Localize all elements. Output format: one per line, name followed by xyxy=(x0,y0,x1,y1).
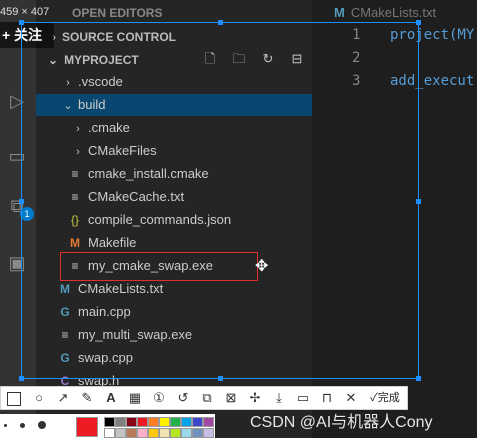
download-icon[interactable]: ⤓ xyxy=(271,390,287,406)
text-tool-icon[interactable]: A xyxy=(103,390,119,406)
current-color-swatch[interactable] xyxy=(76,417,98,437)
save-icon[interactable]: ▭ xyxy=(295,390,311,406)
color-swatch[interactable] xyxy=(137,428,148,438)
color-swatch[interactable] xyxy=(170,428,181,438)
pin-icon[interactable]: ✢ xyxy=(247,390,263,406)
size-small-icon[interactable] xyxy=(4,424,7,427)
color-swatch[interactable] xyxy=(115,428,126,438)
translate-icon[interactable]: ⊠ xyxy=(223,390,239,406)
color-swatch[interactable] xyxy=(104,428,115,438)
color-swatch[interactable] xyxy=(181,428,192,438)
screenshot-toolbar: ○ ↗ ✎ A ▦ ① ↺ ⧉ ⊠ ✢ ⤓ ▭ ⊓ ✕ ✓完成 xyxy=(0,386,408,410)
bookmark-icon[interactable]: ⊓ xyxy=(319,390,335,406)
size-medium-icon[interactable] xyxy=(20,423,25,428)
resize-handle[interactable] xyxy=(416,20,421,25)
rectangle-tool-icon[interactable] xyxy=(7,392,21,406)
color-swatch[interactable] xyxy=(192,417,203,427)
close-icon[interactable]: ✕ xyxy=(343,390,359,406)
pen-tool-icon[interactable]: ✎ xyxy=(79,390,95,406)
color-swatch[interactable] xyxy=(203,428,214,438)
resize-handle[interactable] xyxy=(218,20,223,25)
watermark-text: CSDN @AI与机器人Cony xyxy=(250,414,433,431)
mosaic-tool-icon[interactable]: ▦ xyxy=(127,390,143,406)
color-swatch[interactable] xyxy=(192,428,203,438)
color-swatch[interactable] xyxy=(126,428,137,438)
color-palette xyxy=(0,414,215,438)
color-swatch[interactable] xyxy=(126,417,137,427)
color-swatch[interactable] xyxy=(115,417,126,427)
color-swatch[interactable] xyxy=(159,417,170,427)
color-swatch[interactable] xyxy=(181,417,192,427)
ellipse-tool-icon[interactable]: ○ xyxy=(31,390,47,406)
done-label: 完成 xyxy=(377,392,400,404)
selection-frame[interactable] xyxy=(19,20,421,381)
resize-handle[interactable] xyxy=(218,376,223,381)
dimension-label: 459 × 407 xyxy=(0,6,50,18)
move-cursor-icon: ✥ xyxy=(255,258,269,275)
resize-handle[interactable] xyxy=(416,199,421,204)
editor-tab-label: CMakeLists.txt xyxy=(350,5,437,20)
editor-tab[interactable]: M CMakeLists.txt xyxy=(334,5,436,20)
highlight-rectangle xyxy=(60,252,258,281)
number-tool-icon[interactable]: ① xyxy=(151,390,167,406)
size-large-icon[interactable] xyxy=(38,421,46,429)
check-icon: ✓ xyxy=(370,392,378,404)
arrow-tool-icon[interactable]: ↗ xyxy=(55,390,71,406)
ocr-icon[interactable]: ⧉ xyxy=(199,390,215,406)
resize-handle[interactable] xyxy=(19,376,24,381)
cmake-file-icon: M xyxy=(334,5,345,20)
color-swatch[interactable] xyxy=(148,417,159,427)
resize-handle[interactable] xyxy=(416,376,421,381)
resize-handle[interactable] xyxy=(19,199,24,204)
color-swatch[interactable] xyxy=(170,417,181,427)
undo-icon[interactable]: ↺ xyxy=(175,390,191,406)
open-editors-header[interactable]: OPEN EDITORS xyxy=(72,6,162,20)
color-swatch[interactable] xyxy=(203,417,214,427)
done-button[interactable]: ✓完成 xyxy=(367,390,403,406)
color-swatch[interactable] xyxy=(104,417,115,427)
color-swatch[interactable] xyxy=(159,428,170,438)
resize-handle[interactable] xyxy=(19,20,24,25)
color-swatch[interactable] xyxy=(137,417,148,427)
color-swatch[interactable] xyxy=(148,428,159,438)
